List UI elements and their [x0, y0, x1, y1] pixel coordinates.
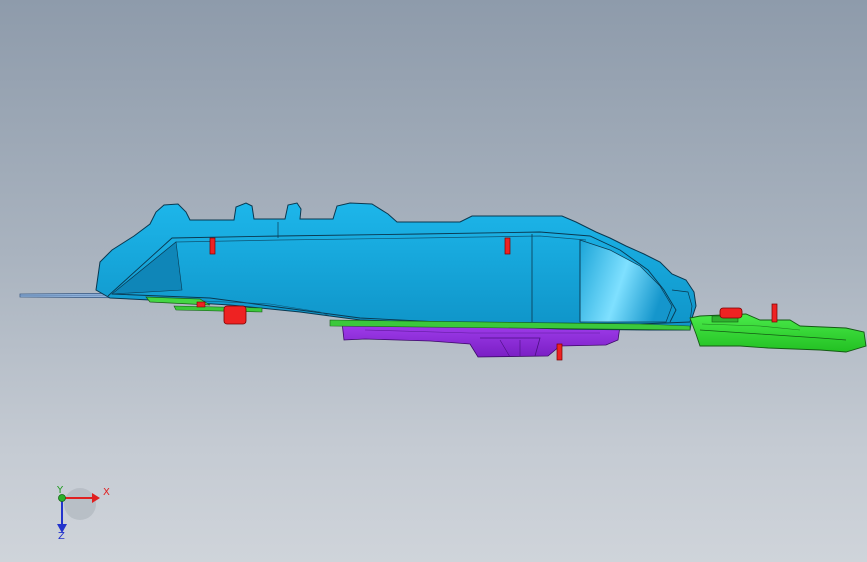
triad-shading — [64, 488, 96, 520]
pin-3 — [223, 305, 247, 325]
pin-4 — [719, 307, 743, 319]
pin-5 — [771, 303, 778, 323]
pin-7 — [196, 301, 206, 308]
end-bracket[interactable] — [689, 313, 867, 353]
pin-1 — [209, 237, 216, 255]
y-axis-label: Y — [57, 485, 64, 496]
main-housing[interactable] — [95, 202, 697, 331]
pin-2 — [504, 237, 511, 255]
3d-viewport[interactable]: X Y Z — [0, 0, 867, 562]
x-axis-label: X — [103, 487, 110, 498]
x-axis-arrow — [92, 493, 100, 503]
cad-model[interactable] — [0, 0, 867, 562]
z-axis-label: Z — [58, 531, 65, 542]
pin-6 — [556, 343, 563, 361]
